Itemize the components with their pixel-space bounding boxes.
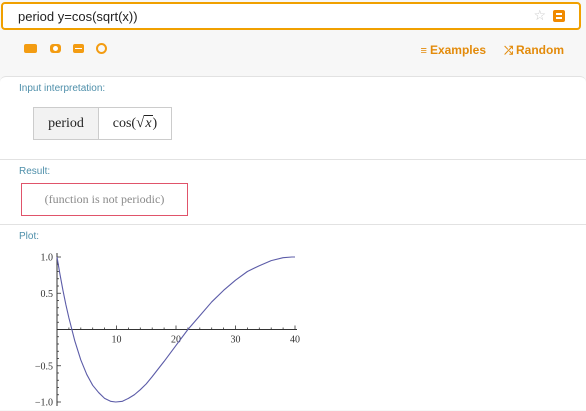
plot-pod: Plot: 10 20 30 40 1.0 0.5 −0.5 −1.0 xyxy=(0,224,586,410)
data-icon[interactable] xyxy=(73,44,84,53)
search-input[interactable]: period y=cos(sqrt(x)) xyxy=(18,9,138,24)
shuffle-icon: ⤮ xyxy=(504,45,513,57)
camera-icon[interactable] xyxy=(50,44,61,53)
toolbar: ≡ Examples ⤮ Random xyxy=(0,38,586,60)
plot-chart: 10 20 30 401.00.5−0.5−1.0 xyxy=(35,253,300,409)
y-tick-label: −1.0 xyxy=(35,398,53,409)
examples-label: Examples xyxy=(429,43,486,57)
input-interpretation-pod: Input interpretation: period cos(√ x) xyxy=(0,76,586,159)
expression-prefix: cos( xyxy=(112,115,137,131)
interpretation-expression: cos(√ x) xyxy=(99,108,171,139)
x-tick-label: 30 xyxy=(231,335,241,346)
expression-variable: x xyxy=(144,115,153,131)
star-icon[interactable]: ☆ xyxy=(533,7,546,24)
random-label: Random xyxy=(516,43,564,57)
list-icon: ≡ xyxy=(420,45,427,57)
search-bar[interactable]: period y=cos(sqrt(x)) ☆ xyxy=(1,2,581,30)
x-tick-label: 40 xyxy=(290,335,300,346)
result-pod: Result: (function is not periodic) xyxy=(0,159,586,224)
y-tick-label: 0.5 xyxy=(41,289,54,300)
compute-button[interactable] xyxy=(553,10,565,22)
y-tick-label: −0.5 xyxy=(35,361,53,372)
x-tick-label: 10 xyxy=(112,335,122,346)
sqrt-icon: √ xyxy=(136,115,145,131)
y-tick-label: 1.0 xyxy=(41,253,54,264)
keyboard-icon[interactable] xyxy=(24,44,37,53)
pod-title: Result: xyxy=(19,166,51,177)
examples-link[interactable]: ≡ Examples xyxy=(421,43,486,57)
interpretation-table: period cos(√ x) xyxy=(33,107,172,140)
random-input-icon[interactable] xyxy=(96,43,107,54)
interpretation-function: period xyxy=(34,108,99,139)
random-link[interactable]: ⤮ Random xyxy=(504,43,564,58)
pod-title: Input interpretation: xyxy=(19,83,106,94)
expression-suffix: ) xyxy=(152,115,158,131)
result-value: (function is not periodic) xyxy=(21,183,188,216)
